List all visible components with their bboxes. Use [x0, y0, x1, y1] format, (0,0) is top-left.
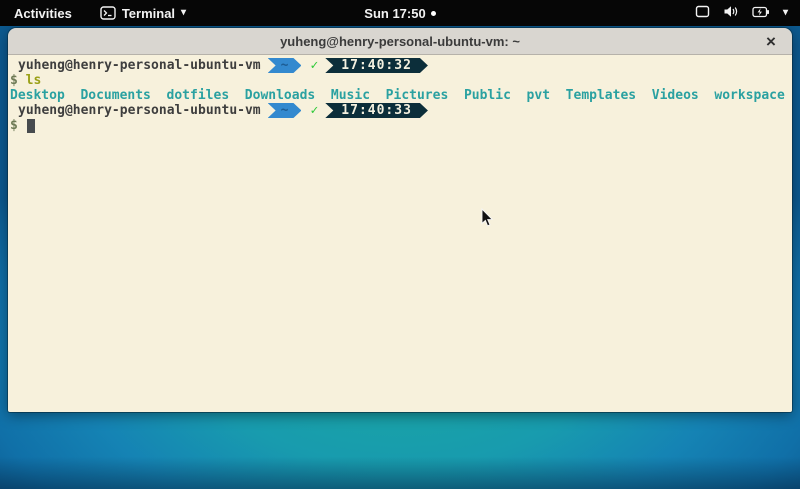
- chevron-down-icon: ▾: [181, 8, 186, 18]
- powerline-path-segment: ~: [268, 103, 302, 118]
- activities-button[interactable]: Activities: [10, 0, 76, 26]
- battery-charging-icon: [752, 6, 770, 21]
- powerline-time-segment: 17:40:33: [325, 103, 428, 118]
- top-bar: Activities Terminal ▾ Sun 17:50: [0, 0, 800, 26]
- volume-icon: [723, 5, 739, 21]
- system-menu-chevron-icon: ▾: [783, 8, 788, 18]
- directory-item: pvt: [527, 88, 550, 103]
- clock-button[interactable]: Sun 17:50: [364, 6, 435, 21]
- terminal-icon: [100, 6, 116, 20]
- prompt-line-1: yuheng@henry-personal-ubuntu-vm ~ ✓ 17:4…: [10, 58, 790, 73]
- app-menu-terminal[interactable]: Terminal ▾: [96, 0, 190, 26]
- prompt-timestamp: 17:40:32: [341, 58, 412, 73]
- terminal-screen[interactable]: yuheng@henry-personal-ubuntu-vm ~ ✓ 17:4…: [8, 55, 792, 412]
- window-titlebar[interactable]: yuheng@henry-personal-ubuntu-vm: ~ ×: [8, 28, 792, 55]
- display-icon: [695, 5, 710, 21]
- prompt-timestamp: 17:40:33: [341, 103, 412, 118]
- status-check-icon: ✓: [310, 58, 318, 73]
- prompt-user-host: yuheng@henry-personal-ubuntu-vm: [10, 103, 261, 118]
- space: [18, 118, 26, 133]
- prompt-dollar: $: [10, 118, 18, 133]
- directory-item: Downloads: [245, 88, 315, 103]
- directory-item: Videos: [652, 88, 699, 103]
- powerline-time-segment: 17:40:32: [325, 58, 428, 73]
- prompt-line-2: yuheng@henry-personal-ubuntu-vm ~ ✓ 17:4…: [10, 103, 790, 118]
- directory-item: Templates: [566, 88, 636, 103]
- app-menu-label: Terminal: [122, 6, 175, 21]
- directory-item: Public: [464, 88, 511, 103]
- prompt-directory: ~: [281, 58, 289, 73]
- directory-item: Music: [331, 88, 370, 103]
- input-line[interactable]: $: [10, 118, 790, 133]
- prompt-user-host: yuheng@henry-personal-ubuntu-vm: [10, 58, 261, 73]
- directory-item: Desktop: [10, 88, 65, 103]
- activities-label: Activities: [14, 6, 72, 21]
- close-button[interactable]: ×: [760, 28, 782, 55]
- command-line: $ ls: [10, 73, 790, 88]
- notification-dot: [431, 11, 436, 16]
- directory-item: Pictures: [386, 88, 449, 103]
- terminal-cursor: [27, 119, 35, 133]
- directory-item: Documents: [80, 88, 150, 103]
- terminal-window: yuheng@henry-personal-ubuntu-vm: ~ × yuh…: [8, 28, 792, 412]
- directory-item: workspace: [714, 88, 784, 103]
- typed-command: ls: [26, 73, 42, 88]
- prompt-directory: ~: [281, 103, 289, 118]
- window-title: yuheng@henry-personal-ubuntu-vm: ~: [280, 34, 520, 49]
- prompt-dollar: $: [10, 73, 18, 88]
- space: [18, 73, 26, 88]
- system-tray[interactable]: ▾: [695, 0, 800, 26]
- powerline-path-segment: ~: [268, 58, 302, 73]
- directory-item: dotfiles: [167, 88, 230, 103]
- ls-output-line: Desktop Documents dotfiles Downloads Music Pi…: [10, 88, 790, 103]
- status-check-icon: ✓: [310, 103, 318, 118]
- clock-label: Sun 17:50: [364, 6, 425, 21]
